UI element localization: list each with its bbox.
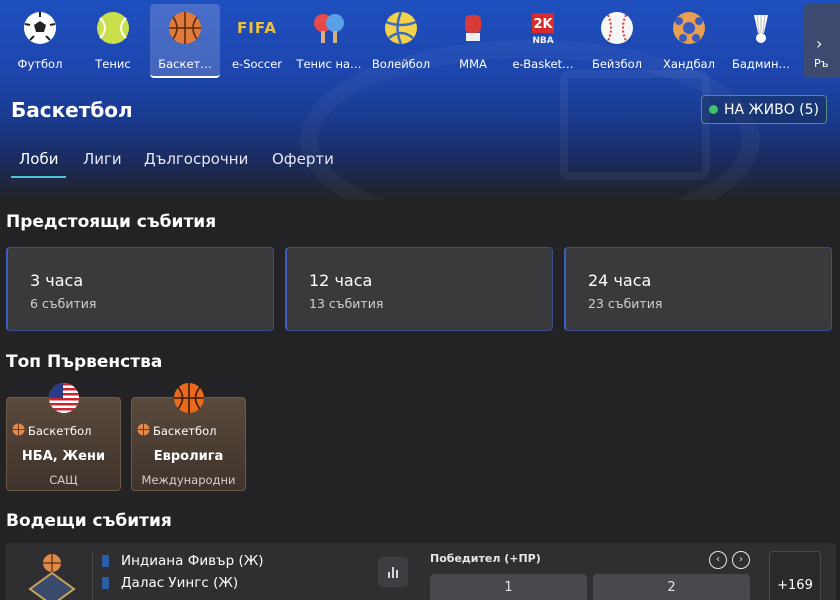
boxing-glove-icon (455, 10, 491, 46)
upcoming-time: 12 часа (309, 271, 373, 290)
stats-bar-icon (388, 572, 390, 578)
divider (92, 551, 93, 600)
upcoming-title: Предстоящи събития (6, 212, 217, 232)
odd-button-1[interactable]: 1 (430, 574, 587, 600)
sport-label: Тенис на… (296, 57, 362, 71)
sport-label: Тенис (95, 57, 131, 71)
shuttlecock-icon (743, 10, 779, 46)
leading-events-title: Водещи събития (6, 511, 172, 531)
league-sport: Баскетбол (12, 423, 91, 439)
team-home: Индиана Фивър (Ж) (102, 553, 264, 569)
sport-label: Ръ (814, 57, 829, 70)
upcoming-count: 6 събития (30, 296, 97, 311)
sport-label: MMA (459, 57, 487, 71)
team-away: Далас Уингс (Ж) (102, 575, 238, 591)
tab-long-term[interactable]: Дългосрочни (144, 150, 248, 178)
sport-item-handball[interactable]: Хандбал (654, 4, 724, 78)
live-dot-icon (709, 105, 718, 114)
sport-label: Футбол (17, 57, 63, 71)
jersey-icon (102, 577, 109, 589)
upcoming-time: 3 часа (30, 271, 84, 290)
upcoming-time: 24 часа (588, 271, 652, 290)
tab-leagues[interactable]: Лиги (83, 150, 122, 178)
table-tennis-icon (311, 10, 347, 46)
league-logo-icon (28, 553, 76, 600)
sport-item-table-tennis[interactable]: Тенис на… (294, 4, 364, 78)
sport-item-baseball[interactable]: Бейзбол (582, 4, 652, 78)
tab-lobby[interactable]: Лоби (11, 150, 67, 178)
sport-label: e-Basket… (512, 57, 574, 71)
handball-icon (671, 10, 707, 46)
basketball-icon (12, 423, 25, 439)
market-next-button[interactable]: › (732, 551, 750, 569)
fifa-icon: FIFA (237, 19, 277, 37)
league-country: САЩ (49, 473, 78, 487)
sport-label: Баскет… (158, 57, 212, 71)
odd-button-2[interactable]: 2 (593, 574, 750, 600)
league-name: НБА, Жени (21, 449, 106, 464)
league-country: Международни (141, 473, 236, 487)
team-name: Индиана Фивър (Ж) (121, 553, 264, 569)
soccer-ball-icon (22, 10, 58, 46)
team-name: Далас Уингс (Ж) (121, 575, 239, 591)
jersey-icon (102, 555, 109, 567)
sports-scroll-right-button[interactable]: › Ръ (804, 4, 840, 78)
chevron-right-icon: › (816, 34, 823, 53)
league-card-wnba[interactable]: Баскетбол НБА, Жени САЩ (6, 383, 121, 491)
hero-backboard-decoration (560, 70, 710, 180)
nba2k-icon: 2K NBA (525, 10, 561, 46)
league-sport: Баскетбол (137, 423, 216, 439)
sport-item-tennis[interactable]: Тенис (78, 4, 148, 78)
upcoming-card-3h[interactable]: 3 часа 6 събития (6, 247, 274, 331)
live-label: НА ЖИВО (5) (724, 101, 820, 118)
league-name: Евролига (153, 449, 224, 464)
euroleague-icon (173, 382, 205, 414)
market-prev-button[interactable]: ‹ (709, 551, 727, 569)
basketball-icon (137, 423, 150, 439)
sport-label: Бадмин… (731, 57, 791, 71)
us-flag-icon (48, 382, 80, 414)
page-title: Баскетбол (11, 98, 133, 122)
volleyball-icon (383, 10, 419, 46)
basketball-icon (167, 10, 203, 46)
sport-item-football[interactable]: Футбол (5, 4, 75, 78)
stats-bar-icon (392, 567, 394, 578)
upcoming-count: 23 събития (588, 296, 663, 311)
baseball-icon (599, 10, 635, 46)
sports-nav-bar: Футбол Тенис Баскет… FIFA e-Soccer Тенис… (0, 0, 840, 80)
sport-item-basketball[interactable]: Баскет… (150, 4, 220, 78)
svg-text:NBA: NBA (532, 36, 553, 45)
sport-label: Хандбал (663, 57, 715, 71)
stats-bar-icon (396, 570, 398, 578)
upcoming-card-24h[interactable]: 24 часа 23 събития (564, 247, 832, 331)
tennis-ball-icon (95, 10, 131, 46)
market-label: Победител (+ПР) (430, 552, 541, 565)
live-button[interactable]: НА ЖИВО (5) (701, 95, 827, 124)
league-sport-label: Баскетбол (28, 424, 92, 438)
sport-item-badminton[interactable]: Бадмин… (726, 4, 796, 78)
upcoming-card-12h[interactable]: 12 часа 13 събития (285, 247, 553, 331)
event-row[interactable]: Индиана Фивър (Ж) Далас Уингс (Ж) Победи… (6, 543, 836, 600)
tab-offers[interactable]: Оферти (272, 150, 334, 178)
upcoming-count: 13 събития (309, 296, 384, 311)
sport-item-volleyball[interactable]: Волейбол (366, 4, 436, 78)
sport-label: Волейбол (371, 57, 431, 71)
sport-item-e-soccer[interactable]: FIFA e-Soccer (222, 4, 292, 78)
svg-text:2K: 2K (533, 17, 553, 32)
league-sport-label: Баскетбол (153, 424, 217, 438)
more-markets-button[interactable]: +169 (769, 551, 821, 600)
sport-item-e-basketball[interactable]: 2K NBA e-Basket… (508, 4, 578, 78)
sport-label: e-Soccer (231, 57, 282, 71)
top-leagues-title: Топ Първенства (6, 352, 163, 372)
league-card-euroleague[interactable]: Баскетбол Евролига Международни (131, 383, 246, 491)
stats-button[interactable] (378, 557, 408, 587)
sport-item-mma[interactable]: MMA (438, 4, 508, 78)
sport-label: Бейзбол (591, 57, 643, 71)
